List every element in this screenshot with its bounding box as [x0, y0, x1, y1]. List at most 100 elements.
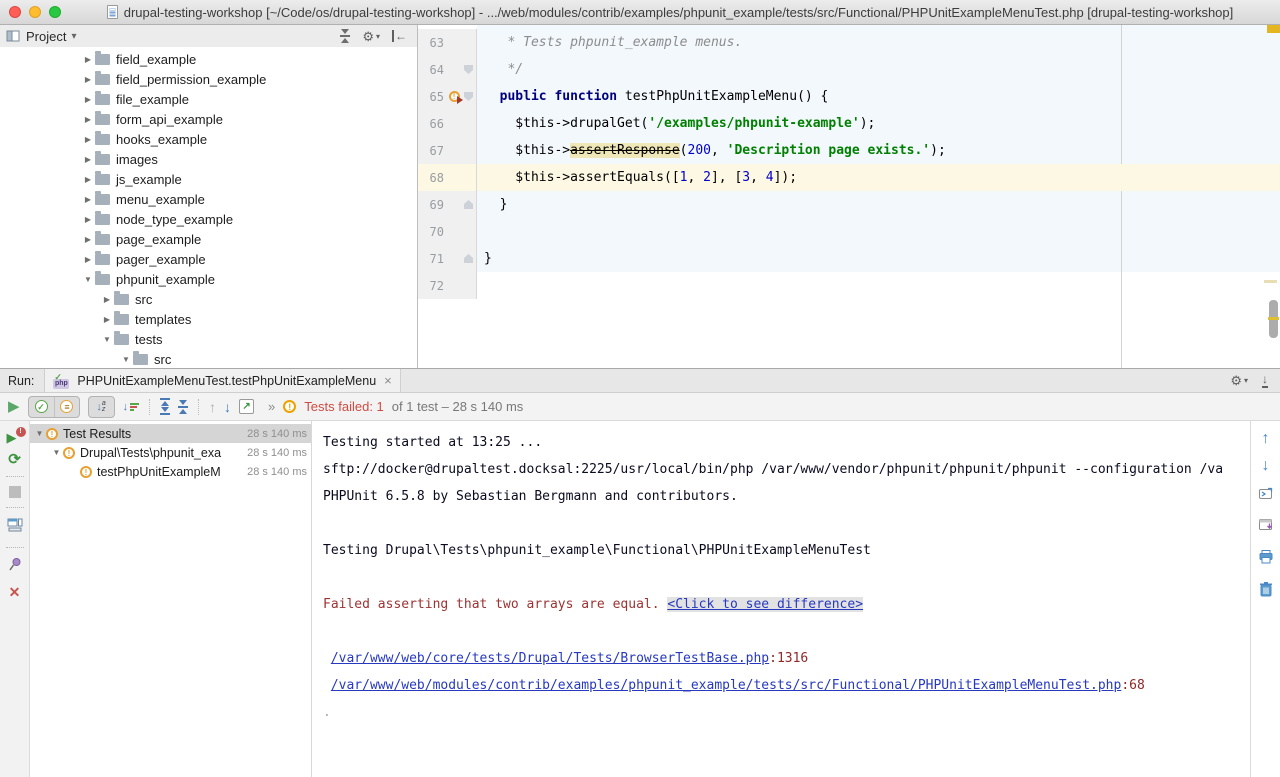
rerun-icon[interactable]: ⟳: [8, 452, 21, 467]
project-tree-item[interactable]: ▼tests: [0, 329, 417, 349]
clear-all-icon[interactable]: [1259, 581, 1273, 602]
project-tree-item[interactable]: ▶page_example: [0, 229, 417, 249]
project-tree-item-label: js_example: [116, 172, 182, 187]
code-line[interactable]: 64 */: [418, 56, 1280, 83]
chevron-right-icon[interactable]: ▶: [100, 295, 114, 304]
project-tree-item[interactable]: ▶menu_example: [0, 189, 417, 209]
project-tree-item[interactable]: ▶src: [0, 289, 417, 309]
next-failed-test-icon[interactable]: ↓: [224, 400, 231, 414]
project-tree-item[interactable]: ▶hooks_example: [0, 129, 417, 149]
console-link[interactable]: /var/www/web/core/tests/Drupal/Tests/Bro…: [331, 651, 769, 666]
project-tree-item[interactable]: ▼src: [0, 349, 417, 368]
show-passed-toggle[interactable]: ✓: [29, 397, 54, 417]
code-line[interactable]: 65! public function testPhpUnitExampleMe…: [418, 83, 1280, 110]
chevron-right-icon[interactable]: ▶: [81, 155, 95, 164]
chevron-right-icon[interactable]: ▶: [81, 55, 95, 64]
chevron-right-icon[interactable]: ▶: [81, 235, 95, 244]
editor-gutter: 68: [418, 164, 477, 191]
project-tree-item[interactable]: ▶templates: [0, 309, 417, 329]
project-tree-item[interactable]: ▶ js_example: [0, 169, 417, 189]
run-test-failed-icon[interactable]: !: [449, 91, 460, 102]
fold-marker-icon[interactable]: [464, 200, 473, 209]
chevron-down-icon[interactable]: ▼: [33, 429, 46, 438]
zoom-window-button[interactable]: [49, 6, 61, 18]
project-tree-item[interactable]: ▼phpunit_example: [0, 269, 417, 289]
code-editor[interactable]: 63 * Tests phpunit_example menus.64 */65…: [418, 25, 1280, 368]
error-stripe-warning-mark[interactable]: [1267, 25, 1280, 33]
chevron-right-icon[interactable]: ▶: [81, 95, 95, 104]
code-line[interactable]: 68 $this->assertEquals([1, 2], [3, 4]);: [418, 164, 1280, 191]
rerun-failed-tests-button[interactable]: ▶!: [7, 429, 23, 443]
project-tree-item[interactable]: ▶file_example: [0, 89, 417, 109]
tests-failed-icon: !: [283, 400, 296, 413]
code-line[interactable]: 69 }: [418, 191, 1280, 218]
close-tab-icon[interactable]: ✕: [9, 585, 21, 599]
code-line[interactable]: 72: [418, 272, 1280, 299]
fold-marker-icon[interactable]: [464, 254, 473, 263]
chevron-right-icon[interactable]: ▶: [81, 75, 95, 84]
project-tree-item[interactable]: ▶form_api_example: [0, 109, 417, 129]
chevron-down-icon[interactable]: ▾: [71, 31, 340, 42]
chevron-down-icon[interactable]: ▼: [50, 448, 63, 457]
settings-gear-icon[interactable]: ⚙▾: [362, 30, 380, 43]
code-line[interactable]: 71}: [418, 245, 1280, 272]
fold-marker-icon[interactable]: [464, 92, 473, 101]
chevron-right-icon[interactable]: ▶: [81, 255, 95, 264]
pin-tab-icon[interactable]: [8, 557, 22, 576]
line-number: 69: [418, 198, 444, 212]
run-tab[interactable]: php ✓ PHPUnitExampleMenuTest.testPhpUnit…: [44, 369, 400, 392]
code-line[interactable]: 70: [418, 218, 1280, 245]
up-stack-trace-icon[interactable]: ↑: [1262, 431, 1270, 447]
chevron-right-icon[interactable]: ▶: [81, 195, 95, 204]
previous-failed-test-icon[interactable]: ↑: [209, 400, 216, 414]
settings-gear-icon[interactable]: ⚙▾: [1230, 374, 1248, 387]
chevron-right-icon[interactable]: ▶: [100, 315, 114, 324]
project-tree-item[interactable]: ▶field_permission_example: [0, 69, 417, 89]
chevron-right-icon[interactable]: ▶: [81, 175, 95, 184]
fold-marker-icon[interactable]: [464, 65, 473, 74]
more-actions-chevron[interactable]: »: [268, 399, 275, 414]
collapse-all-icon[interactable]: [178, 400, 188, 414]
hide-panel-icon[interactable]: ←: [392, 30, 407, 42]
code-line[interactable]: 67 $this->assertResponse(200, 'Descripti…: [418, 137, 1280, 164]
down-stack-trace-icon[interactable]: ↓: [1262, 458, 1270, 474]
test-console-output[interactable]: Testing started at 13:25 ...sftp://docke…: [312, 421, 1250, 777]
export-test-results-icon[interactable]: ↗: [239, 399, 254, 414]
project-tree-item[interactable]: ▶field_example: [0, 49, 417, 69]
print-icon[interactable]: [1258, 549, 1274, 570]
show-ignored-toggle[interactable]: ≡: [54, 397, 79, 417]
chevron-down-icon[interactable]: ▼: [81, 275, 95, 284]
editor-scrollbar[interactable]: [1269, 300, 1278, 338]
chevron-right-icon[interactable]: ▶: [81, 215, 95, 224]
console-link[interactable]: <Click to see difference>: [667, 597, 863, 612]
project-tree-item[interactable]: ▶pager_example: [0, 249, 417, 269]
rerun-button[interactable]: ▶: [8, 399, 20, 414]
project-tree-item[interactable]: ▶node_type_example: [0, 209, 417, 229]
test-tree-item[interactable]: !testPhpUnitExampleM28 s 140 ms: [30, 462, 311, 481]
error-stripe-tick[interactable]: [1264, 280, 1277, 283]
chevron-down-icon[interactable]: ▼: [100, 335, 114, 344]
scroll-to-end-icon[interactable]: [1258, 517, 1274, 538]
project-tree-item[interactable]: ▶images: [0, 149, 417, 169]
chevron-right-icon[interactable]: ▶: [81, 135, 95, 144]
chevron-down-icon[interactable]: ▼: [119, 355, 133, 364]
code-line[interactable]: 63 * Tests phpunit_example menus.: [418, 29, 1280, 56]
stop-button[interactable]: [9, 486, 21, 498]
test-failed-icon: !: [80, 466, 92, 478]
test-tree-item[interactable]: ▼!Drupal\Tests\phpunit_exa28 s 140 ms: [30, 443, 311, 462]
test-tree-item[interactable]: ▼!Test Results28 s 140 ms: [30, 424, 311, 443]
hide-tool-window-icon[interactable]: ↓: [1262, 373, 1268, 388]
collapse-all-icon[interactable]: [340, 29, 350, 43]
project-panel-title[interactable]: Project: [26, 29, 66, 44]
sort-by-duration-toggle[interactable]: ↓: [123, 401, 140, 413]
restore-layout-icon[interactable]: [7, 517, 23, 538]
sort-alphabetically-toggle[interactable]: ↓az: [88, 396, 115, 418]
console-link[interactable]: /var/www/web/modules/contrib/examples/ph…: [331, 678, 1122, 693]
close-icon[interactable]: ×: [384, 373, 392, 388]
minimize-window-button[interactable]: [29, 6, 41, 18]
jump-to-console-icon[interactable]: [1258, 485, 1274, 506]
expand-all-icon[interactable]: [160, 398, 170, 415]
code-line[interactable]: 66 $this->drupalGet('/examples/phpunit-e…: [418, 110, 1280, 137]
chevron-right-icon[interactable]: ▶: [81, 115, 95, 124]
close-window-button[interactable]: [9, 6, 21, 18]
